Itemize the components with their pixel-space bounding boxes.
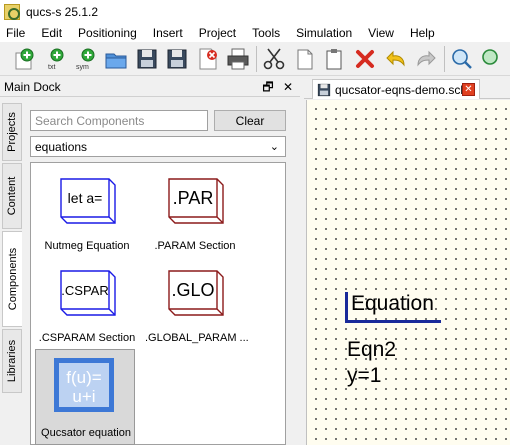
svg-text:.GLO: .GLO — [171, 280, 214, 300]
float-dock-icon[interactable]: 🗗 — [260, 79, 276, 95]
svg-text:u+i: u+i — [72, 387, 95, 406]
equation-bracket-horizontal — [345, 320, 441, 323]
zoom-fit-button[interactable] — [479, 46, 505, 72]
close-tab-icon[interactable]: ✕ — [462, 83, 475, 96]
menu-help[interactable]: Help — [402, 24, 443, 42]
new-schematic-button[interactable] — [12, 46, 38, 72]
search-components-input[interactable] — [30, 110, 208, 131]
nutmeg-equation-icon: let a= — [60, 178, 116, 224]
document-tab-label: qucsator-eqns-demo.sch — [335, 82, 468, 97]
component-nutmeg-equation[interactable]: let a= Nutmeg Equation — [37, 167, 137, 263]
new-symbol-icon: sym — [76, 48, 95, 71]
svg-text:txt: txt — [48, 64, 55, 71]
component-label: .PARAM Section — [154, 240, 236, 252]
menu-positioning[interactable]: Positioning — [70, 24, 145, 42]
magnifier-icon — [451, 48, 472, 69]
component-label: .GLOBAL_PARAM ... — [145, 332, 249, 344]
components-panel: Clear equations ⌄ let a= Nutmeg Equation — [28, 99, 290, 445]
clear-button[interactable]: Clear — [214, 110, 286, 131]
param-section-icon: .PAR — [168, 178, 224, 224]
menu-view[interactable]: View — [360, 24, 402, 42]
copy-icon — [297, 49, 313, 69]
component-param-section[interactable]: .PAR .PARAM Section — [145, 167, 245, 263]
close-document-button[interactable] — [195, 46, 221, 72]
equation-bracket-vertical — [345, 292, 348, 322]
save-button[interactable] — [134, 46, 160, 72]
menu-simulation[interactable]: Simulation — [288, 24, 360, 42]
printer-icon — [227, 48, 249, 69]
save-icon — [137, 49, 157, 68]
menu-project[interactable]: Project — [191, 24, 244, 42]
undo-button[interactable] — [383, 46, 409, 72]
open-folder-icon — [105, 53, 127, 68]
new-document-icon — [15, 48, 34, 69]
global-param-icon: .GLO — [168, 270, 224, 316]
new-text-icon: txt — [48, 48, 64, 71]
paste-icon — [326, 48, 342, 69]
document-tab[interactable]: qucsator-eqns-demo.sch ✕ — [312, 79, 480, 99]
toolbar-separator — [256, 45, 257, 72]
app-logo-icon — [4, 4, 20, 20]
menu-insert[interactable]: Insert — [145, 24, 191, 42]
equation-value[interactable]: y=1 — [347, 364, 381, 388]
redo-button[interactable] — [413, 46, 439, 72]
category-value: equations — [35, 139, 88, 154]
equation-name[interactable]: Eqn2 — [347, 338, 396, 362]
component-label: .CSPARAM Section — [38, 332, 136, 344]
svg-text:.PAR: .PAR — [173, 188, 214, 208]
svg-text:sym: sym — [76, 64, 89, 71]
component-label: Nutmeg Equation — [44, 240, 130, 252]
component-grid: let a= Nutmeg Equation .PAR .PARAM Secti… — [30, 162, 286, 445]
open-button[interactable] — [104, 46, 130, 72]
menu-file[interactable]: File — [0, 24, 33, 42]
csparam-section-icon: .CSPAR — [60, 270, 116, 316]
component-global-param[interactable]: .GLO .GLOBAL_PARAM ... — [145, 259, 249, 355]
component-qucsator-equation[interactable]: f(u)= u+i Qucsator equation — [35, 349, 135, 445]
menu-tools[interactable]: Tools — [244, 24, 288, 42]
close-dock-icon[interactable]: ✕ — [280, 79, 296, 95]
component-csparam-section[interactable]: .CSPAR .CSPARAM Section — [37, 259, 137, 355]
dock-title: Main Dock — [4, 79, 61, 94]
save-all-button[interactable] — [165, 46, 191, 72]
redo-icon — [417, 50, 436, 67]
equation-heading[interactable]: Equation — [351, 292, 434, 316]
new-symbol-button[interactable]: sym — [73, 46, 99, 72]
document-tab-bar: qucsator-eqns-demo.sch ✕ — [304, 77, 510, 99]
svg-text:f(u)=: f(u)= — [66, 368, 102, 387]
paste-button[interactable] — [322, 46, 348, 72]
zoom-fit-icon — [482, 48, 499, 65]
schematic-canvas[interactable]: Equation Eqn2 y=1 — [306, 100, 510, 445]
tab-components[interactable]: Components — [2, 231, 22, 327]
title-bar: qucs-s 25.1.2 — [0, 0, 510, 24]
menu-bar: File Edit Positioning Insert Project Too… — [0, 24, 510, 42]
chevron-down-icon: ⌄ — [269, 141, 279, 153]
scissors-icon — [263, 48, 285, 69]
toolbar-separator — [443, 45, 445, 72]
main-dock: Main Dock 🗗 ✕ Projects Content Component… — [0, 77, 300, 445]
copy-button[interactable] — [291, 46, 317, 72]
zoom-in-button[interactable] — [449, 46, 475, 72]
undo-icon — [386, 50, 405, 67]
qucsator-equation-icon: f(u)= u+i — [54, 358, 114, 412]
tab-projects[interactable]: Projects — [2, 103, 22, 161]
window-title: qucs-s 25.1.2 — [26, 5, 99, 19]
category-select[interactable]: equations ⌄ — [30, 136, 286, 157]
close-document-icon — [199, 48, 217, 69]
print-button[interactable] — [226, 46, 252, 72]
delete-x-icon — [356, 49, 375, 68]
svg-text:let a=: let a= — [68, 190, 103, 206]
svg-text:.CSPAR: .CSPAR — [61, 283, 108, 298]
schematic-file-icon — [317, 83, 331, 96]
save-all-icon — [167, 49, 187, 68]
tab-libraries[interactable]: Libraries — [2, 329, 22, 393]
tab-content[interactable]: Content — [2, 163, 22, 229]
component-label: Qucsator equation — [41, 427, 131, 439]
delete-button[interactable] — [352, 46, 378, 72]
cut-button[interactable] — [261, 46, 287, 72]
dock-header: Main Dock 🗗 ✕ — [0, 77, 300, 97]
main-toolbar: txt sym — [0, 42, 510, 76]
new-text-button[interactable]: txt — [43, 46, 69, 72]
menu-edit[interactable]: Edit — [33, 24, 70, 42]
